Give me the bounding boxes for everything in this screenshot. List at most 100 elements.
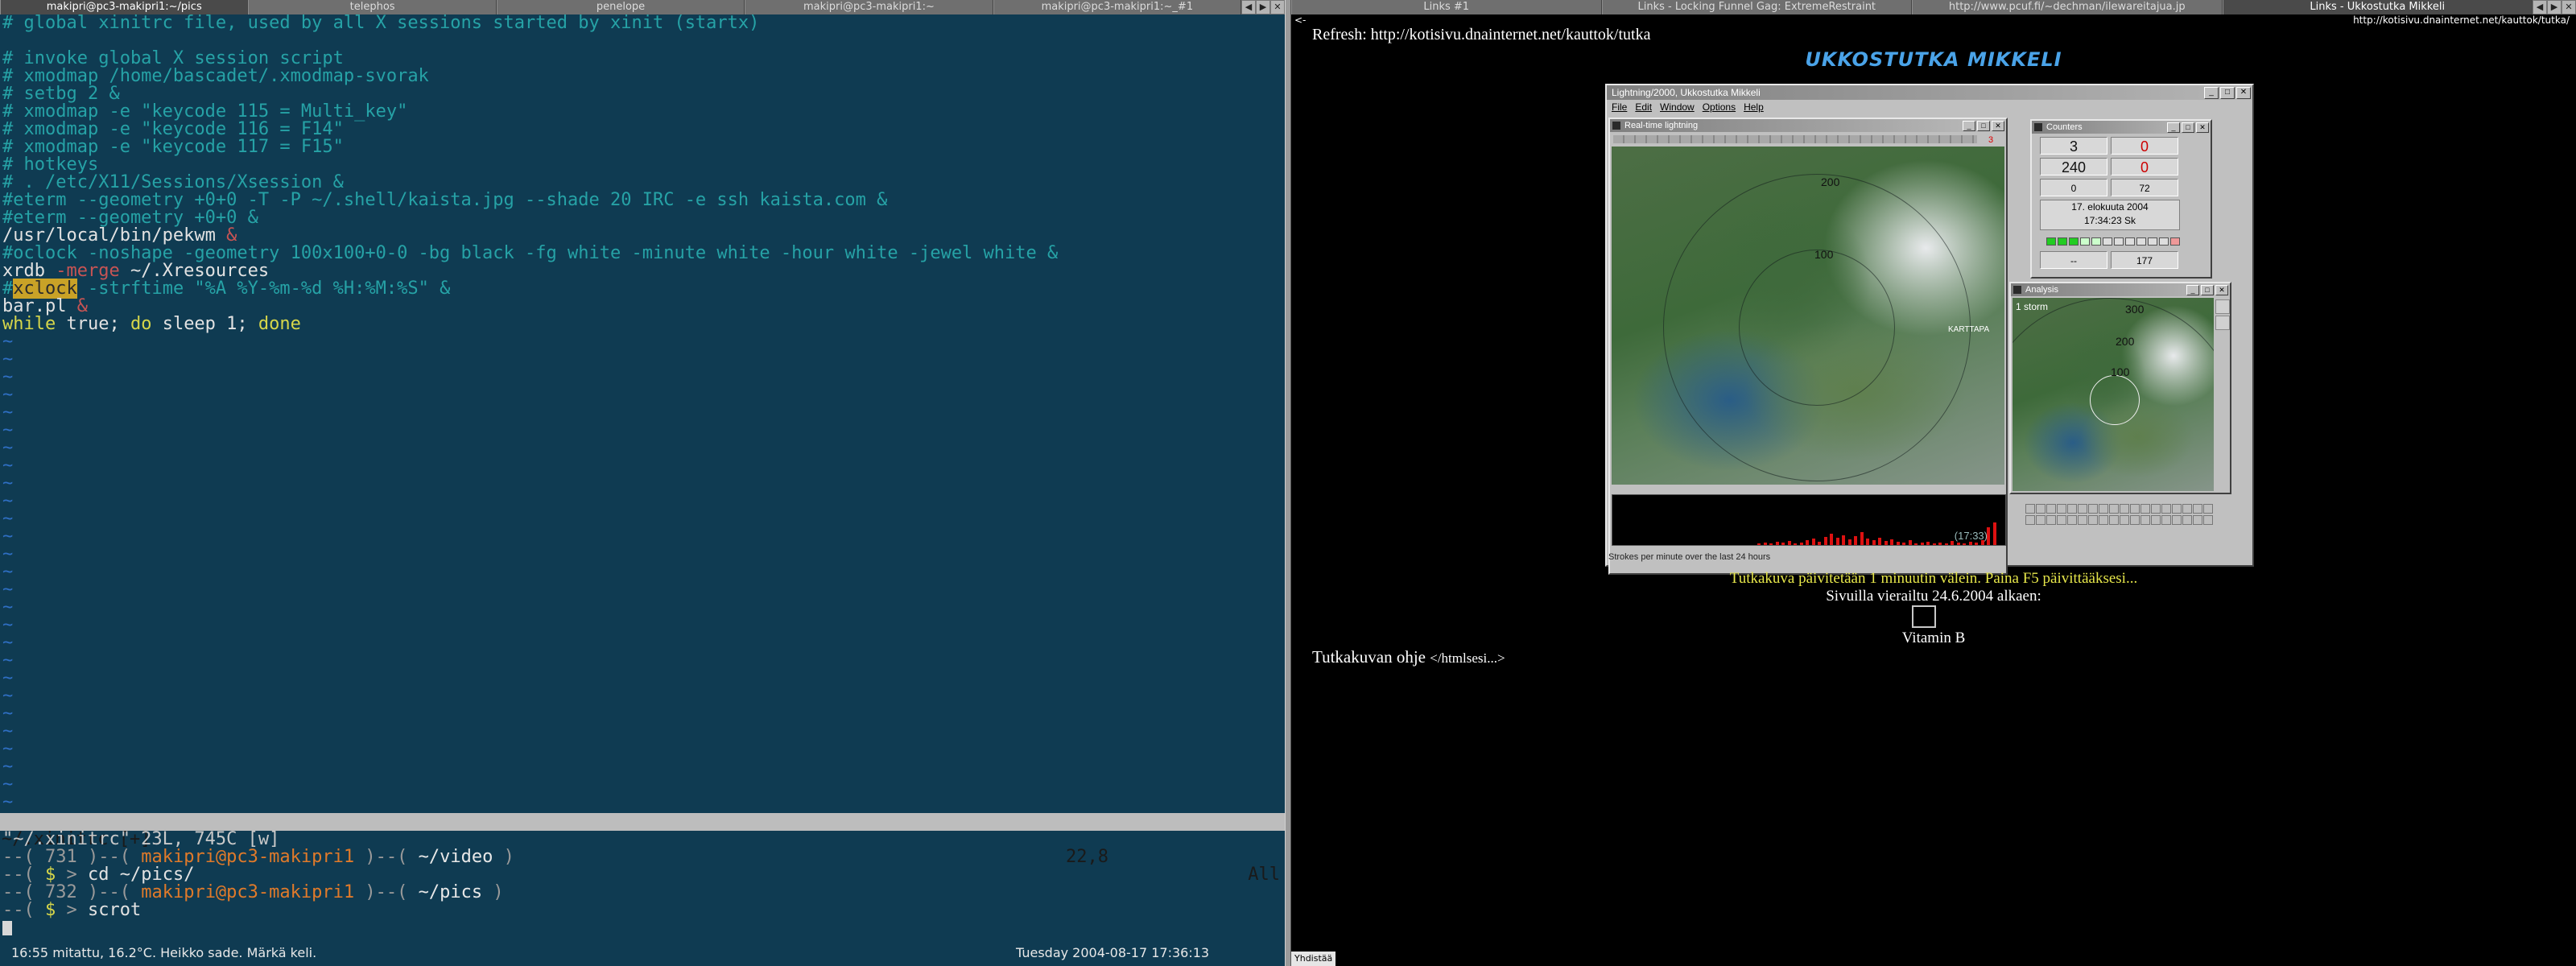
ring-label: 100 [2111,365,2130,378]
tab-next-arrow-icon[interactable]: ▶ [1256,0,1271,14]
legend-cell [2203,504,2213,514]
tab-prev-arrow-icon[interactable]: ◀ [1241,0,1257,14]
browser-status: Yhdistää [1291,952,1336,966]
radar-help-link[interactable]: Tutkakuvan ohje </htmlsesi...> [1312,647,1505,667]
led-segment [2080,237,2090,246]
vim-empty-line: ~ [2,456,14,476]
strokes-bar [1823,537,1827,545]
analysis-map: 1 storm 300 200 100 [2013,298,2214,491]
legend-cell [2182,515,2192,525]
browser-tab-4[interactable]: Links - Ukkostutka Mikkeli [2222,0,2533,14]
strokes-bar [1872,540,1876,545]
strokes-bar [1878,538,1881,545]
vim-line: while true; do sleep 1; done [2,314,301,334]
bottom-status-bar: 16:55 mitattu, 16.2°C. Heikko sade. Märk… [0,942,1285,966]
strokes-bar [1799,543,1803,545]
vim-line: # invoke global X session script [2,48,344,68]
strokes-bar [1908,540,1912,545]
strokes-bar [1938,543,1942,545]
shell-command: --( $ > cd ~/pics/ [2,865,195,885]
close-icon: ✕ [2196,122,2209,133]
vim-empty-line: ~ [2,757,14,777]
minimize-icon: _ [2204,87,2219,99]
terminal-pane[interactable]: makipri@pc3-makipri1:~/pics telephos pen… [0,0,1285,966]
minimize-icon: _ [2167,122,2180,133]
minimize-icon: _ [2186,285,2199,295]
tab-next-arrow-icon[interactable]: ▶ [2547,0,2562,14]
radar-map: 200 100 KARTTAPA [1612,147,2004,485]
legend-cell [2151,504,2161,514]
ring-label: 200 [1821,175,1840,188]
browser-tab-2[interactable]: Links - Locking Funnel Gag: ExtremeRestr… [1601,0,1912,14]
close-icon[interactable]: ✕ [2562,0,2576,14]
counter-d: 0 [2111,158,2178,175]
minimize-icon: _ [1963,121,1975,131]
legend-cell [2182,504,2192,514]
strokes-bar [1975,543,1978,545]
shell-prompt: --( 731 )--( makipri@pc3-makipri1 )--( ~… [2,847,514,867]
strokes-bar [1866,539,1869,545]
vim-empty-line: ~ [2,402,14,423]
close-icon[interactable]: ✕ [1270,0,1285,14]
terminal-tab-5[interactable]: makipri@pc3-makipri1:~_#1 [993,0,1242,14]
led-segment [2125,237,2135,246]
counter-h: 177 [2111,251,2178,269]
legend-cell [2172,515,2182,525]
vim-line [2,32,1285,50]
strokes-bar [1769,543,1773,545]
vim-empty-line: ~ [2,438,14,458]
vim-empty-line: ~ [2,774,14,795]
legend-cell [2057,515,2066,525]
strokes-bar [1902,543,1905,545]
shell-output[interactable]: "~/.xinitrc" 23L, 745C [w] --( 731 )--( … [0,831,1285,937]
led-segment [2046,237,2056,246]
strokes-bar [1757,543,1761,545]
shell-command: --( $ > scrot [2,900,142,920]
legend-cell [2172,504,2182,514]
strokes-bar [1890,539,1893,545]
menu-help: Help [1744,101,1764,113]
browser-tab-bar: Links #1 Links - Locking Funnel Gag: Ext… [1291,0,2576,14]
legend-cell [2120,515,2129,525]
range-ring [1612,147,2004,485]
vim-line: #eterm --geometry +0+0 & [2,208,258,228]
vim-line: # xmodmap -e "keycode 117 = F15" [2,137,344,157]
pane-divider[interactable] [1285,0,1291,966]
back-link[interactable]: <- [1294,14,1306,26]
shell-input-line[interactable] [2,919,1285,937]
strokes-bar [1811,539,1815,545]
strokes-bar [1842,535,1845,545]
browser-pane[interactable]: Links #1 Links - Locking Funnel Gag: Ext… [1291,0,2576,966]
vim-line: #xclock -strftime "%A %Y-%m-%d %H:%M:%S"… [2,279,451,299]
counters-window: Counters _ □ ✕ 3 0 240 0 0 72 17. elokuuta… [2030,119,2212,279]
vim-write-message: "~/.xinitrc" 23L, 745C [w] [2,829,280,849]
vim-empty-line: ~ [2,367,14,387]
realtime-lightning-window: Real-time lightning _ □ ✕ 3 200 100 KARTTA… [1608,118,2008,575]
led-segment [2148,237,2157,246]
strokes-bar [1951,541,1954,545]
terminal-tab-4[interactable]: makipri@pc3-makipri1:~ [745,0,993,14]
vim-empty-line: ~ [2,650,14,671]
browser-tab-1[interactable]: Links #1 [1291,0,1602,14]
zoom-in-icon [2215,299,2230,314]
vim-line: xrdb -merge ~/.Xresources [2,261,270,281]
vim-empty-line: ~ [2,491,14,511]
vim-empty-line: ~ [2,597,14,617]
vim-buffer[interactable]: # global xinitrc file, used by all X ses… [0,14,1285,813]
vim-empty-line: ~ [2,721,14,741]
legend-strip [2025,504,2215,536]
url-bar: <- http://kotisivu.dnainternet.net/kautt… [1291,14,2576,26]
vim-empty-line: ~ [2,792,14,812]
vim-empty-line: ~ [2,739,14,759]
app-icon [2013,286,2021,294]
legend-cell [2203,515,2213,525]
browser-tab-3[interactable]: http://www.pcuf.fi/~dechman/ilewareitaju… [1912,0,2223,14]
legend-cell [2025,515,2035,525]
legend-cell [2140,515,2150,525]
tab-prev-arrow-icon[interactable]: ◀ [2533,0,2547,14]
vitamin-link[interactable]: Vitamin B [1291,630,2576,647]
led-segment [2159,237,2169,246]
analysis-window: Analysis _ □ ✕ 1 storm 300 200 100 [2009,282,2231,494]
app-icon [2034,123,2042,131]
vim-empty-line: ~ [2,668,14,688]
